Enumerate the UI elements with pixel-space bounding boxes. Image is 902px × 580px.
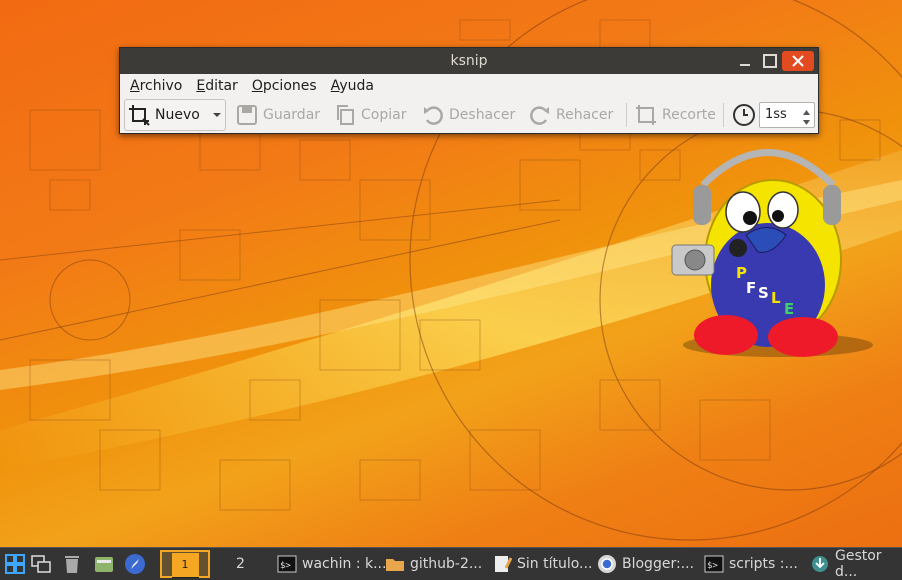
task-label: github-2... <box>410 556 483 572</box>
task-item[interactable]: Gestor d... <box>810 548 902 580</box>
task-item[interactable]: Sin título... <box>492 548 592 580</box>
chrome-icon <box>597 554 617 574</box>
maximize-button[interactable] <box>755 51 785 71</box>
task-item[interactable]: Blogger:... <box>597 548 694 580</box>
chevron-down-icon[interactable] <box>212 107 222 123</box>
undo-label: Deshacer <box>449 106 516 123</box>
window-switcher-icon[interactable] <box>30 548 52 580</box>
crop-label: Recorte <box>662 106 716 123</box>
svg-text:$>: $> <box>707 561 718 571</box>
workspace-1-label: 1 <box>171 553 199 578</box>
taskbar: 1 2 $> wachin : k... github-2... Sin tít… <box>0 547 902 580</box>
undo-button[interactable]: Deshacer <box>422 97 515 132</box>
menu-ayuda[interactable]: Ayuda <box>331 78 374 94</box>
undo-icon <box>422 104 444 126</box>
mascot-letter: E <box>784 300 794 318</box>
menu-archivo[interactable]: Archivo <box>130 78 182 94</box>
new-capture-group[interactable]: Nuevo <box>128 97 222 132</box>
task-item[interactable]: github-2... <box>385 548 482 580</box>
save-label: Guardar <box>263 106 321 123</box>
toolbar-separator <box>626 103 627 127</box>
trash-icon[interactable] <box>62 548 82 580</box>
toolbar-separator <box>723 103 724 127</box>
file-manager-icon[interactable] <box>93 548 115 580</box>
task-item[interactable]: $> wachin : k... <box>277 548 386 580</box>
task-label: Gestor d... <box>835 548 882 580</box>
folder-icon <box>385 554 405 574</box>
redo-label: Rehacer <box>556 106 614 123</box>
text-editor-icon <box>492 554 513 574</box>
window-title: ksnip <box>450 53 488 69</box>
browser-compass-icon[interactable] <box>124 548 146 580</box>
workspace-1[interactable]: 1 <box>160 550 210 578</box>
task-label: Blogger:... <box>622 556 695 572</box>
task-label: scripts :... <box>729 556 798 572</box>
save-button[interactable]: Guardar <box>236 97 320 132</box>
copy-button[interactable]: Copiar <box>334 97 406 132</box>
svg-text:$>: $> <box>280 561 291 571</box>
close-button[interactable] <box>782 51 814 71</box>
delay-spinbox[interactable]: 1ss <box>759 102 815 128</box>
ksnip-window: ksnip Archivo Editar Opciones Ayuda Nuev… <box>119 47 819 134</box>
crop-button[interactable]: Recorte <box>635 97 716 132</box>
task-label: Sin título... <box>517 556 593 572</box>
menu-opciones[interactable]: Opciones <box>252 78 317 94</box>
terminal-icon: $> <box>277 554 297 574</box>
mascot-letter: S <box>758 284 769 302</box>
mascot-letter: F <box>746 279 756 297</box>
crop-icon <box>635 104 657 126</box>
delay-value: 1ss <box>765 107 787 122</box>
delay-clock-icon <box>732 97 756 132</box>
app-menu-icon[interactable] <box>4 548 26 580</box>
terminal-icon: $> <box>704 554 724 574</box>
save-icon <box>236 104 258 126</box>
pfsle-mascot: P F S L E <box>668 140 888 365</box>
workspace-2-label: 2 <box>236 556 245 572</box>
new-capture-label: Nuevo <box>155 106 200 123</box>
task-label: wachin : k... <box>302 556 387 572</box>
update-manager-icon <box>810 554 830 574</box>
task-item[interactable]: $> scripts :... <box>704 548 798 580</box>
workspace-2[interactable]: 2 <box>236 548 245 580</box>
toolbar: Nuevo Guardar Copiar Deshacer Rehacer Re… <box>120 97 818 132</box>
crop-rect-icon <box>128 104 150 126</box>
redo-button[interactable]: Rehacer <box>529 97 613 132</box>
copy-label: Copiar <box>361 106 407 123</box>
spin-down-icon[interactable] <box>802 116 811 131</box>
window-titlebar[interactable]: ksnip <box>120 48 818 74</box>
redo-icon <box>529 104 551 126</box>
menubar: Archivo Editar Opciones Ayuda <box>120 74 818 97</box>
copy-icon <box>334 104 356 126</box>
menu-editar[interactable]: Editar <box>196 78 237 94</box>
mascot-letter: L <box>771 289 781 307</box>
